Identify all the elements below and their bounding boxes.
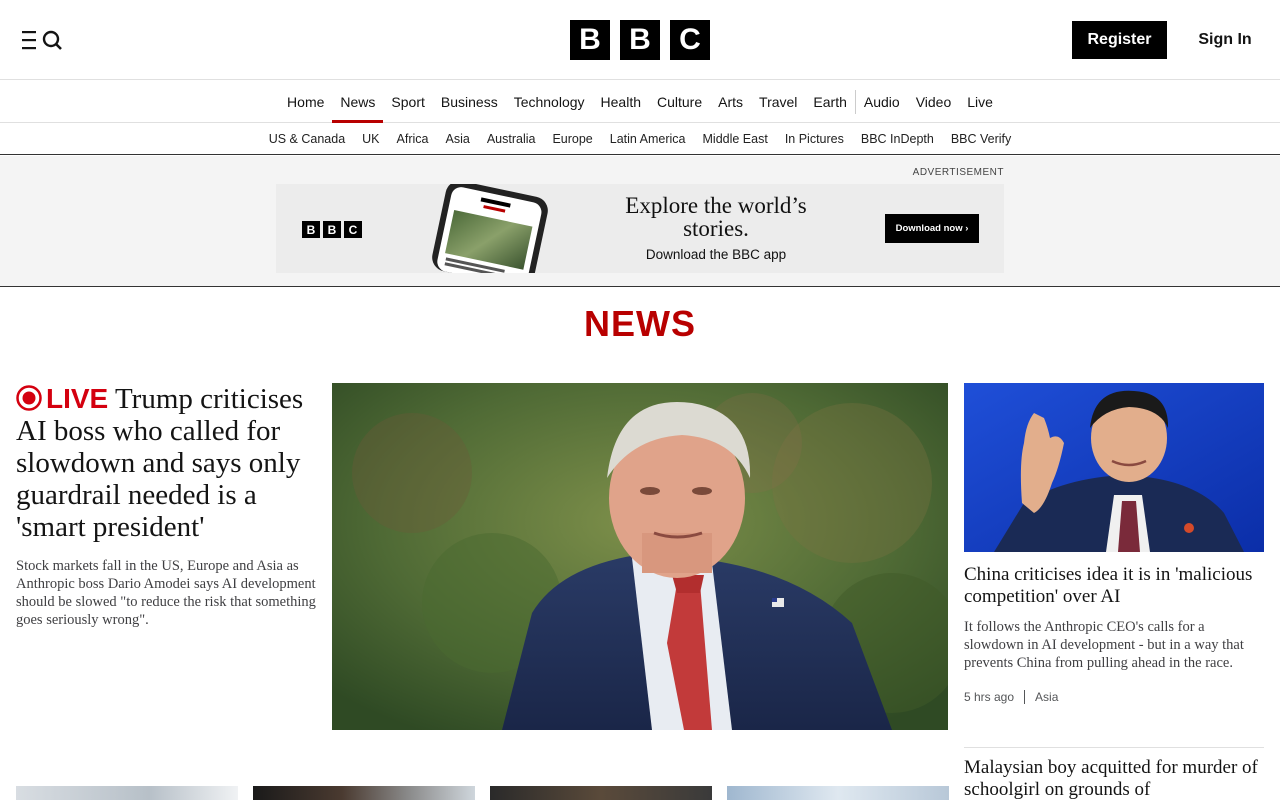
right-story-title[interactable]: China criticises idea it is in 'maliciou… — [964, 564, 1264, 608]
right-photo — [964, 383, 1264, 552]
nav-item-earth[interactable]: Earth — [805, 81, 854, 123]
advert-bbc-logo: B B C — [302, 221, 362, 238]
nav-item-audio[interactable]: Audio — [856, 81, 908, 123]
lead-photo — [332, 383, 948, 730]
sign-in-button[interactable]: Sign In — [1190, 21, 1260, 59]
lead-story-headline[interactable]: LIVE Trump criticises AI boss who called… — [16, 383, 316, 543]
menu-search-icon — [22, 30, 62, 50]
story-divider — [964, 747, 1264, 748]
news-sub-navigation: US & Canada UK Africa Asia Australia Eur… — [0, 123, 1280, 155]
subnav-item-australia[interactable]: Australia — [478, 123, 544, 154]
thumbnail-image[interactable] — [16, 786, 238, 800]
subnav-item-bbc-indepth[interactable]: BBC InDepth — [852, 123, 942, 154]
story-timestamp: 5 hrs ago — [964, 690, 1015, 704]
advert-region: ADVERTISEMENT B B C Explore the world’s … — [0, 156, 1280, 287]
site-header: B B C Register Sign In — [0, 0, 1280, 80]
section-title: NEWS — [584, 303, 696, 344]
subnav-item-africa[interactable]: Africa — [388, 123, 437, 154]
advert-headline: Explore the world’s stories. — [625, 193, 807, 241]
advert-phone-image — [429, 184, 551, 273]
live-label: LIVE — [46, 383, 109, 414]
nav-item-live[interactable]: Live — [959, 81, 1001, 123]
right-story[interactable]: China criticises idea it is in 'maliciou… — [964, 564, 1264, 704]
nav-item-travel[interactable]: Travel — [751, 81, 805, 123]
nav-item-sport[interactable]: Sport — [383, 81, 432, 123]
main-navigation: Home News Sport Business Technology Heal… — [0, 81, 1280, 123]
logo-letter: C — [344, 221, 362, 238]
meta-divider — [1024, 690, 1026, 704]
nav-item-arts[interactable]: Arts — [710, 81, 751, 123]
subnav-item-bbc-verify[interactable]: BBC Verify — [942, 123, 1019, 154]
live-icon — [16, 385, 42, 411]
nav-item-technology[interactable]: Technology — [506, 81, 593, 123]
advert-label: ADVERTISEMENT — [912, 167, 1004, 178]
thumbnail-image[interactable] — [490, 786, 712, 800]
advert-banner[interactable]: B B C Explore the world’s stories. Downl… — [276, 184, 1004, 273]
nav-item-health[interactable]: Health — [593, 81, 649, 123]
right-story-image[interactable] — [964, 383, 1264, 552]
live-badge: LIVE — [16, 383, 108, 414]
logo-letter: B — [323, 221, 341, 238]
second-story-title[interactable]: Malaysian boy acquitted for murder of sc… — [964, 757, 1264, 801]
subnav-item-uk[interactable]: UK — [354, 123, 388, 154]
advert-subline: Download the BBC app — [645, 247, 787, 262]
lead-story-image[interactable] — [332, 383, 948, 730]
subnav-item-latin-america[interactable]: Latin America — [601, 123, 694, 154]
nav-item-news[interactable]: News — [332, 81, 384, 123]
register-button[interactable]: Register — [1072, 21, 1167, 59]
logo-letter: B — [570, 20, 610, 60]
thumbnail-image[interactable] — [253, 786, 475, 800]
subnav-item-us-canada[interactable]: US & Canada — [260, 123, 353, 154]
logo-letter: C — [670, 20, 710, 60]
subnav-item-middle-east[interactable]: Middle East — [694, 123, 776, 154]
nav-item-culture[interactable]: Culture — [649, 81, 710, 123]
bbc-logo[interactable]: B B C — [570, 20, 710, 60]
advert-download-button[interactable]: Download now › — [885, 214, 979, 243]
story-tag[interactable]: Asia — [1035, 690, 1058, 704]
nav-item-home[interactable]: Home — [279, 81, 332, 123]
logo-letter: B — [620, 20, 660, 60]
right-story-summary: It follows the Anthropic CEO's calls for… — [964, 619, 1244, 671]
subnav-item-asia[interactable]: Asia — [437, 123, 478, 154]
menu-search-button[interactable] — [22, 29, 64, 51]
subnav-item-europe[interactable]: Europe — [544, 123, 601, 154]
lead-story[interactable]: LIVE Trump criticises AI boss who called… — [16, 383, 316, 629]
thumbnail-image[interactable] — [727, 786, 949, 800]
logo-letter: B — [302, 221, 320, 238]
nav-item-business[interactable]: Business — [433, 81, 506, 123]
story-meta: 5 hrs ago Asia — [964, 690, 1264, 704]
lead-story-summary: Stock markets fall in the US, Europe and… — [16, 558, 316, 628]
nav-item-video[interactable]: Video — [908, 81, 960, 123]
subnav-item-in-pictures[interactable]: In Pictures — [776, 123, 852, 154]
